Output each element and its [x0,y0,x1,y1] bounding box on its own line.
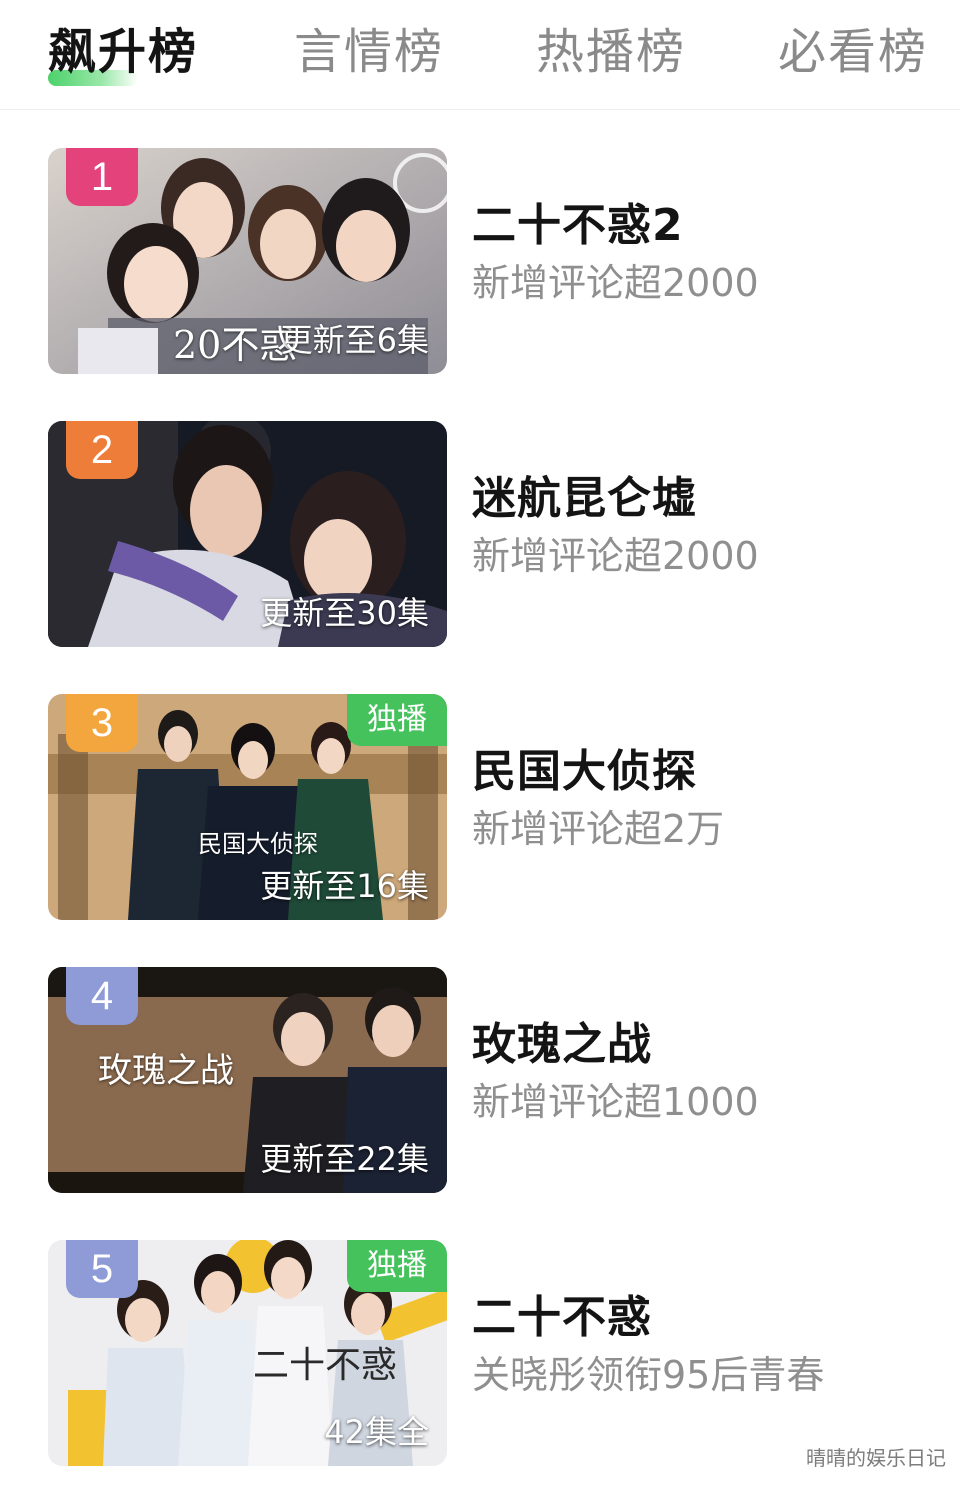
show-description: 关晓彤领衔95后青春 [472,1353,825,1397]
tab-rising[interactable]: 飙升榜 [48,22,198,82]
poster-thumbnail[interactable]: 2 更新至30集 [48,421,447,647]
exclusive-badge: 独播 [347,1240,447,1292]
show-title[interactable]: 二十不惑2 [472,198,928,254]
rank-badge: 5 [66,1240,138,1298]
tab-romance[interactable]: 言情榜 [294,22,444,82]
show-title[interactable]: 民国大侦探 [472,744,928,800]
ranking-tab-bar: 飙升榜 言情榜 热播榜 必看榜 [0,0,960,110]
tab-must-watch[interactable]: 必看榜 [778,22,928,82]
poster-thumbnail[interactable]: 民国大侦探 3 独播 更新至16集 [48,694,447,920]
item-info: 玫瑰之战 新增评论超1000 [472,1017,928,1127]
poster-logo-text: 二十不惑 [253,1345,398,1386]
rank-badge: 4 [66,967,138,1025]
item-info: 二十不惑 关晓彤领衔95后青春 [472,1290,928,1400]
watermark: 晴晴的娱乐日记 [806,1446,946,1470]
episode-status: 42集全 [324,1413,429,1451]
poster-logo-text: 民国大侦探 [198,830,318,858]
show-description: 新增评论超2000 [472,261,759,305]
episode-status: 更新至16集 [260,867,429,905]
list-item[interactable]: 二十不惑 5 独播 42集全 二十不惑 关晓彤领衔95后青春 [48,1240,928,1466]
episode-status: 更新至6集 [280,321,429,359]
poster-thumbnail[interactable]: 玫瑰之战 4 更新至22集 [48,967,447,1193]
exclusive-badge: 独播 [347,694,447,746]
list-item[interactable]: 2 更新至30集 迷航昆仑墟 新增评论超2000 [48,421,928,647]
poster-logo-text: 20不惑 [173,323,298,367]
show-description: 新增评论超1000 [472,1080,759,1124]
rank-badge: 2 [66,421,138,479]
rank-badge: 3 [66,694,138,752]
show-title[interactable]: 迷航昆仑墟 [472,471,928,527]
tab-hot[interactable]: 热播榜 [536,22,686,82]
item-info: 二十不惑2 新增评论超2000 [472,198,928,308]
show-title[interactable]: 二十不惑 [472,1290,928,1346]
show-description: 新增评论超2万 [472,807,725,851]
poster-thumbnail[interactable]: 20不惑 1 更新至6集 [48,148,447,374]
show-title[interactable]: 玫瑰之战 [472,1017,928,1073]
poster-thumbnail[interactable]: 二十不惑 5 独播 42集全 [48,1240,447,1466]
item-info: 迷航昆仑墟 新增评论超2000 [472,471,928,581]
episode-status: 更新至22集 [260,1140,429,1178]
list-item[interactable]: 玫瑰之战 4 更新至22集 玫瑰之战 新增评论超1000 [48,967,928,1193]
show-description: 新增评论超2000 [472,534,759,578]
poster-logo-text: 玫瑰之战 [98,1051,234,1091]
list-item[interactable]: 民国大侦探 3 独播 更新至16集 民国大侦探 新增评论超2万 [48,694,928,920]
list-item[interactable]: 20不惑 1 更新至6集 二十不惑2 新增评论超2000 [48,148,928,374]
episode-status: 更新至30集 [260,594,429,632]
item-info: 民国大侦探 新增评论超2万 [472,744,928,854]
rank-badge: 1 [66,148,138,206]
